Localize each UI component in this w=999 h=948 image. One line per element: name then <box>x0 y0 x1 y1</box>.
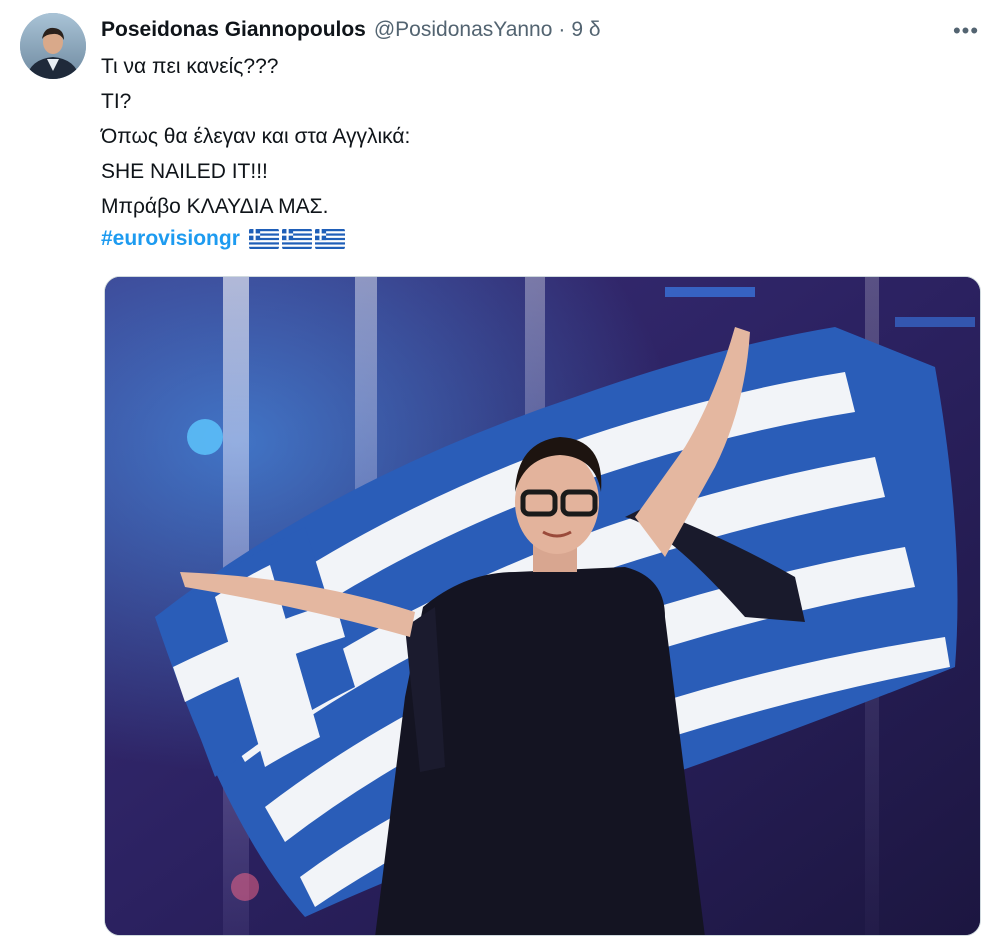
avatar[interactable] <box>20 13 86 79</box>
tweet-text-line: Μπράβο ΚΛΑΥΔΙΑ ΜΑΣ. <box>101 195 329 218</box>
tweet-text-line: ΤΙ? <box>101 90 132 113</box>
hashtag-link[interactable]: #eurovisiongr <box>101 227 240 251</box>
tweet-text-line: SHE NAILED IT!!! <box>101 160 268 183</box>
more-options-icon[interactable]: ••• <box>950 18 982 44</box>
tweet-text-line: Τι να πει κανείς??? <box>101 55 279 78</box>
tweet[interactable]: Poseidonas Giannopoulos @PosidonasYanno … <box>0 0 999 948</box>
greece-flag-icon <box>281 228 312 250</box>
tweet-text-line: Όπως θα έλεγαν και στα Αγγλικά: <box>101 125 411 148</box>
tweet-header: Poseidonas Giannopoulos @PosidonasYanno … <box>101 16 601 44</box>
author-handle[interactable]: @PosidonasYanno <box>374 18 553 42</box>
greece-flag-icon <box>314 228 345 250</box>
author-name[interactable]: Poseidonas Giannopoulos <box>101 18 366 42</box>
greece-flag-icon <box>248 228 279 250</box>
tweet-media-photo[interactable] <box>104 276 981 936</box>
hashtag-line: #eurovisiongr <box>101 224 345 254</box>
performer-with-greek-flag-photo <box>105 277 980 935</box>
separator-dot: · <box>558 18 566 41</box>
timestamp[interactable]: 9 δ <box>571 18 600 42</box>
